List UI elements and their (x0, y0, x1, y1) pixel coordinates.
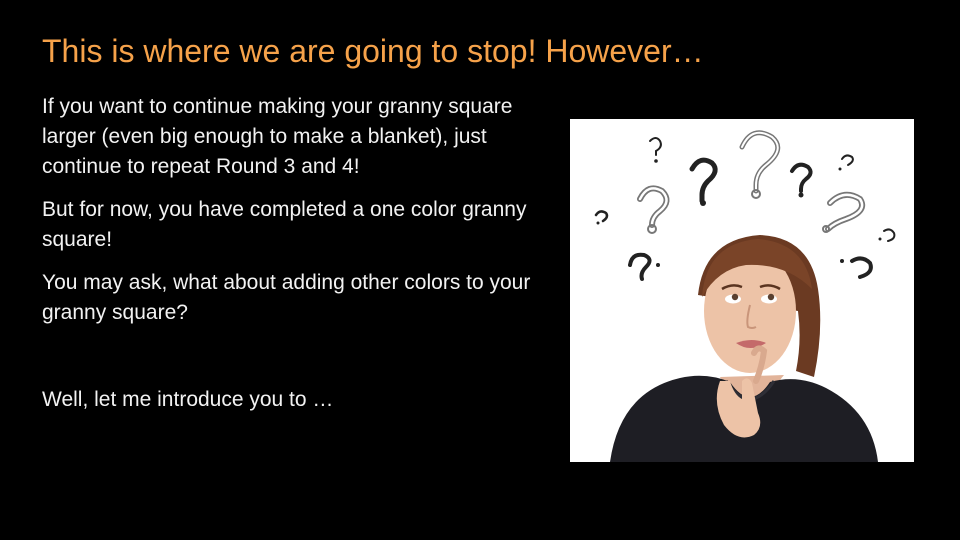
slide: This is where we are going to stop! Howe… (0, 0, 960, 540)
paragraph-question: You may ask, what about adding other col… (42, 271, 531, 324)
paragraph-completed: But for now, you have completed a one co… (42, 198, 527, 251)
paragraph-introduce: Well, let me introduce you to … (42, 388, 334, 411)
slide-body: If you want to continue making your gran… (42, 92, 562, 428)
thinking-woman-picture (570, 119, 914, 462)
thinking-woman-with-question-marks-icon (570, 119, 914, 462)
paragraph-continue: If you want to continue making your gran… (42, 95, 513, 178)
slide-title: This is where we are going to stop! Howe… (42, 33, 704, 69)
